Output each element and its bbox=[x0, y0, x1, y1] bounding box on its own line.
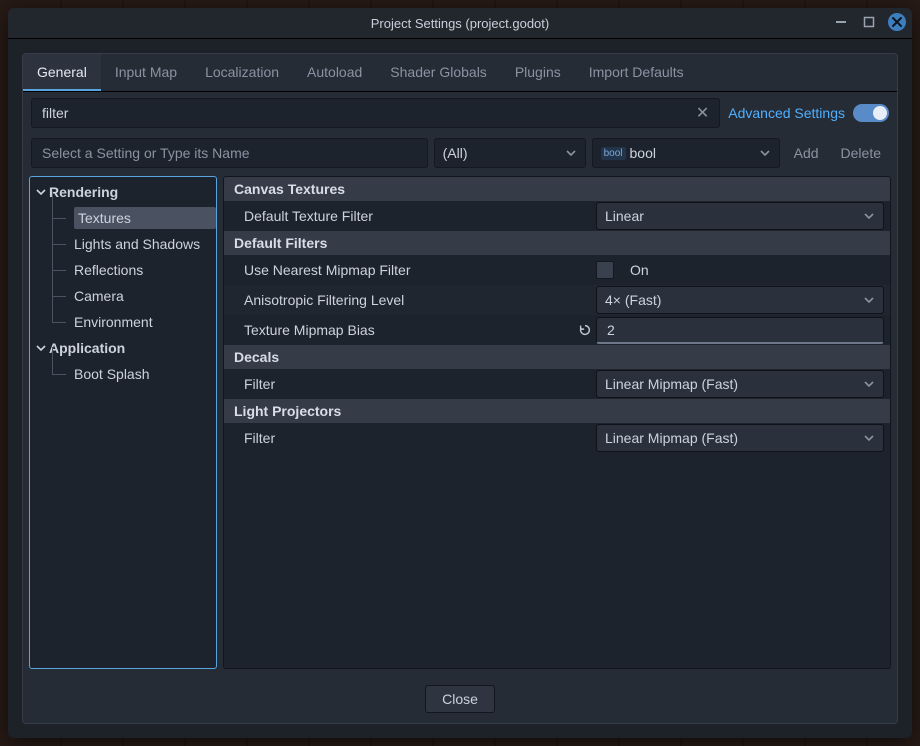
section-header: Light Projectors bbox=[224, 399, 890, 423]
tree-category-application[interactable]: Application bbox=[30, 335, 216, 361]
dialog-body: GeneralInput MapLocalizationAutoloadShad… bbox=[22, 53, 898, 724]
section-header: Default Filters bbox=[224, 231, 890, 255]
select-dropdown[interactable]: Linear bbox=[596, 202, 884, 230]
minimize-button[interactable] bbox=[832, 13, 850, 31]
chevron-down-icon bbox=[863, 432, 875, 444]
search-field[interactable]: ✕ bbox=[31, 98, 720, 128]
tree-category-rendering[interactable]: Rendering bbox=[30, 179, 216, 205]
titlebar: Project Settings (project.godot) bbox=[8, 8, 912, 39]
setting-name-field[interactable] bbox=[40, 144, 419, 162]
property-control: On bbox=[596, 261, 884, 279]
clear-search-button[interactable]: ✕ bbox=[694, 103, 711, 123]
advanced-settings-toggle[interactable] bbox=[853, 104, 889, 122]
bool-type-icon: bool bbox=[601, 147, 626, 160]
search-toolbar: ✕ Advanced Settings bbox=[23, 92, 897, 134]
tree-item-boot-splash[interactable]: Boot Splash bbox=[30, 361, 216, 387]
dialog-footer: Close bbox=[23, 675, 897, 723]
property-control: Linear bbox=[596, 202, 884, 230]
type-value: bool bbox=[630, 145, 656, 161]
number-input[interactable] bbox=[596, 317, 884, 344]
search-input[interactable] bbox=[40, 104, 694, 122]
property-control bbox=[596, 317, 884, 344]
property-label: Use Nearest Mipmap Filter bbox=[224, 262, 574, 278]
delete-button[interactable]: Delete bbox=[833, 145, 889, 161]
project-settings-window: Project Settings (project.godot) General… bbox=[8, 8, 912, 738]
tab-autoload[interactable]: Autoload bbox=[293, 54, 376, 91]
chevron-down-icon bbox=[863, 294, 875, 306]
category-tree[interactable]: RenderingTexturesLights and ShadowsRefle… bbox=[29, 176, 217, 669]
add-button[interactable]: Add bbox=[786, 145, 827, 161]
tab-bar: GeneralInput MapLocalizationAutoloadShad… bbox=[23, 54, 897, 92]
add-setting-toolbar: (All) bool bool Add Delete bbox=[23, 134, 897, 176]
setting-name-input[interactable] bbox=[31, 138, 428, 168]
select-dropdown[interactable]: Linear Mipmap (Fast) bbox=[596, 424, 884, 452]
chevron-down-icon bbox=[565, 147, 577, 159]
property-row: Use Nearest Mipmap Filter On bbox=[224, 255, 890, 285]
window-controls bbox=[832, 13, 906, 31]
window-title: Project Settings (project.godot) bbox=[371, 16, 549, 31]
property-row: Default Texture Filter Linear bbox=[224, 201, 890, 231]
property-row: Filter Linear Mipmap (Fast) bbox=[224, 423, 890, 453]
number-field[interactable] bbox=[605, 321, 875, 339]
tab-plugins[interactable]: Plugins bbox=[501, 54, 575, 91]
tree-item-lights-and-shadows[interactable]: Lights and Shadows bbox=[30, 231, 216, 257]
tab-import-defaults[interactable]: Import Defaults bbox=[575, 54, 698, 91]
property-label: Filter bbox=[224, 430, 574, 446]
property-row: Texture Mipmap Bias bbox=[224, 315, 890, 345]
property-control: Linear Mipmap (Fast) bbox=[596, 370, 884, 398]
chevron-down-icon bbox=[759, 147, 771, 159]
close-window-button[interactable] bbox=[888, 13, 906, 31]
property-row: Filter Linear Mipmap (Fast) bbox=[224, 369, 890, 399]
toggle-knob bbox=[873, 106, 887, 120]
tab-general[interactable]: General bbox=[23, 54, 101, 91]
advanced-settings-label[interactable]: Advanced Settings bbox=[728, 105, 845, 121]
checkbox-label: On bbox=[630, 262, 649, 278]
properties-panel[interactable]: Canvas Textures Default Texture Filter Lin… bbox=[223, 176, 891, 669]
tree-item-environment[interactable]: Environment bbox=[30, 309, 216, 335]
property-control: Linear Mipmap (Fast) bbox=[596, 424, 884, 452]
property-control: 4× (Fast) bbox=[596, 286, 884, 314]
tab-input-map[interactable]: Input Map bbox=[101, 54, 191, 91]
select-dropdown[interactable]: Linear Mipmap (Fast) bbox=[596, 370, 884, 398]
chevron-down-icon bbox=[863, 210, 875, 222]
tree-item-reflections[interactable]: Reflections bbox=[30, 257, 216, 283]
reset-button[interactable] bbox=[574, 319, 596, 341]
select-dropdown[interactable]: 4× (Fast) bbox=[596, 286, 884, 314]
property-label: Filter bbox=[224, 376, 574, 392]
property-label: Default Texture Filter bbox=[224, 208, 574, 224]
tab-shader-globals[interactable]: Shader Globals bbox=[376, 54, 501, 91]
section-header: Decals bbox=[224, 345, 890, 369]
section-header: Canvas Textures bbox=[224, 177, 890, 201]
scope-value: (All) bbox=[443, 145, 468, 161]
scope-dropdown[interactable]: (All) bbox=[434, 138, 586, 168]
tree-item-textures[interactable]: Textures bbox=[30, 205, 216, 231]
chevron-down-icon bbox=[863, 378, 875, 390]
maximize-button[interactable] bbox=[860, 13, 878, 31]
checkbox[interactable] bbox=[596, 261, 614, 279]
property-row: Anisotropic Filtering Level 4× (Fast) bbox=[224, 285, 890, 315]
close-button[interactable]: Close bbox=[425, 685, 495, 713]
property-label: Texture Mipmap Bias bbox=[224, 322, 574, 338]
property-label: Anisotropic Filtering Level bbox=[224, 292, 574, 308]
tab-localization[interactable]: Localization bbox=[191, 54, 293, 91]
type-dropdown[interactable]: bool bool bbox=[592, 138, 780, 168]
tree-item-camera[interactable]: Camera bbox=[30, 283, 216, 309]
content-body: RenderingTexturesLights and ShadowsRefle… bbox=[23, 176, 897, 675]
